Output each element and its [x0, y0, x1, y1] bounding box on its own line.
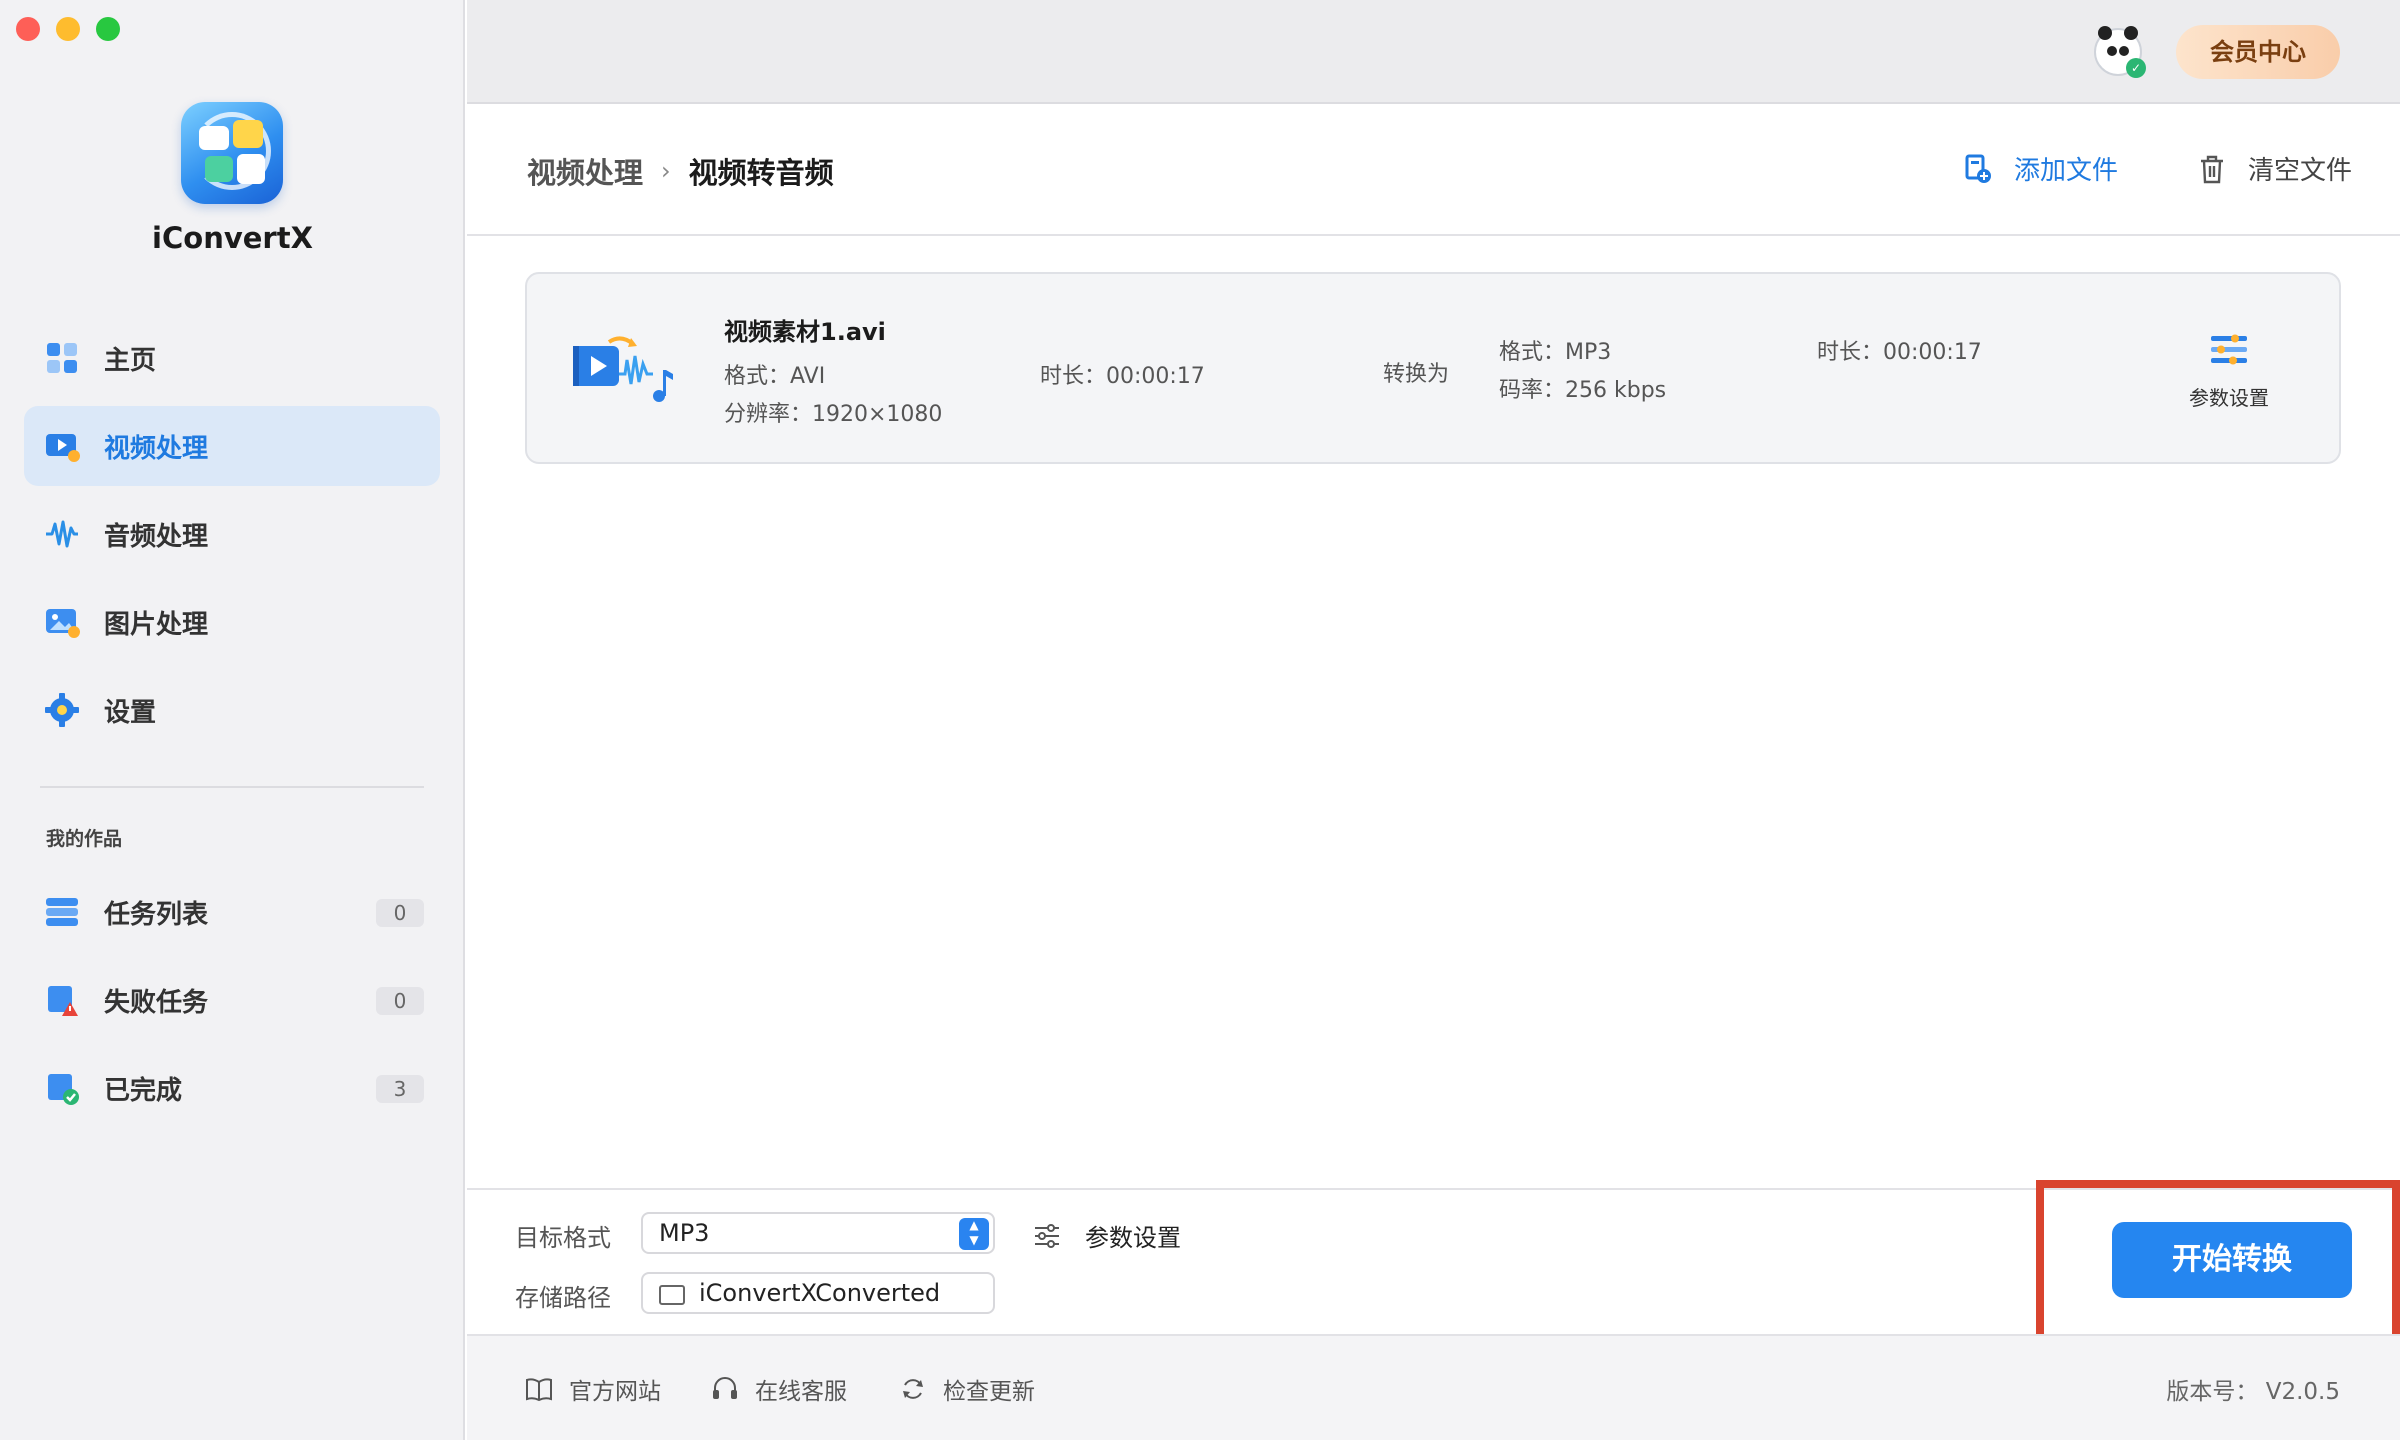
start-convert-button[interactable]: 开始转换: [2112, 1222, 2352, 1298]
storage-path-label: 存储路径: [515, 1284, 611, 1312]
breadcrumb: 视频处理 › 视频转音频: [527, 150, 834, 192]
minimize-window-button[interactable]: [56, 17, 80, 41]
file-param-settings-button[interactable]: 参数设置: [2179, 334, 2279, 411]
trash-icon: [2200, 155, 2223, 183]
sidebar: iConvertX 主页 视频处理 音频处理 图片处理 设置 我的作品 任务列表…: [0, 0, 465, 1440]
sidebar-item-home[interactable]: 主页: [24, 318, 440, 398]
sliders-icon: [2211, 334, 2247, 365]
task-list-icon: [46, 898, 78, 926]
book-icon: [526, 1378, 552, 1402]
add-file-label: 添加文件: [2013, 156, 2118, 186]
sidebar-item-label: 失败任务: [104, 987, 209, 1018]
sidebar-item-completed[interactable]: 已完成 3: [24, 1048, 440, 1128]
online-support-link[interactable]: 在线客服: [711, 1372, 847, 1406]
content-header: 视频处理 › 视频转音频 添加文件 清空文件: [467, 104, 2400, 236]
refresh-icon: [903, 1379, 923, 1399]
image-process-icon: [46, 609, 80, 638]
folder-icon: [659, 1285, 685, 1305]
official-website-link[interactable]: 官方网站: [525, 1372, 661, 1406]
app-name: iConvertX: [152, 221, 313, 255]
target-format: 格式：MP3: [1499, 340, 1612, 365]
sidebar-divider: [40, 786, 424, 788]
file-name: 视频素材1.avi: [724, 318, 886, 346]
adjust-icon: [1035, 1223, 1059, 1248]
check-update-label: 检查更新: [943, 1379, 1035, 1405]
source-resolution: 分辨率：1920×1080: [724, 402, 943, 427]
add-file-button[interactable]: 添加文件: [1964, 150, 2118, 187]
sidebar-item-label: 已完成: [104, 1075, 183, 1106]
sidebar-item-image[interactable]: 图片处理: [24, 582, 440, 662]
works-section-title: 我的作品: [46, 828, 123, 850]
target-format-label: 目标格式: [515, 1224, 611, 1252]
clear-files-label: 清空文件: [2247, 156, 2352, 186]
sidebar-item-label: 图片处理: [104, 609, 209, 640]
home-icon: [47, 343, 77, 373]
file-param-settings-label: 参数设置: [2189, 386, 2269, 410]
add-file-icon: [1965, 154, 1991, 183]
target-format-select[interactable]: MP3 ▲ ▼: [641, 1212, 995, 1254]
close-window-button[interactable]: [16, 17, 40, 41]
zoom-window-button[interactable]: [96, 17, 120, 41]
sidebar-item-settings[interactable]: 设置: [24, 670, 440, 750]
sidebar-item-label: 视频处理: [104, 433, 209, 464]
vip-center-button[interactable]: 会员中心: [2176, 25, 2340, 79]
window-controls: [16, 17, 120, 41]
sidebar-item-label: 任务列表: [104, 899, 209, 930]
footer: 官方网站 在线客服 检查更新 版本号： V2.0.5: [467, 1334, 2400, 1440]
file-card[interactable]: 视频素材1.avi 格式：AVI 时长：00:00:17 分辨率：1920×10…: [525, 272, 2341, 464]
sidebar-item-task-list[interactable]: 任务列表 0: [24, 872, 440, 952]
task-count-badge: 0: [376, 899, 424, 927]
completed-icon: [48, 1074, 79, 1105]
storage-path-field[interactable]: iConvertXConverted: [641, 1272, 995, 1314]
param-settings-label: 参数设置: [1085, 1224, 1181, 1252]
check-update-link[interactable]: 检查更新: [899, 1372, 1035, 1406]
online-support-label: 在线客服: [755, 1379, 847, 1405]
sidebar-item-label: 音频处理: [104, 521, 209, 552]
sidebar-item-failed[interactable]: 失败任务 0: [24, 960, 440, 1040]
top-bar: ✓ 会员中心: [467, 0, 2400, 104]
sidebar-item-label: 设置: [104, 697, 157, 728]
breadcrumb-separator: ›: [661, 157, 671, 185]
source-format: 格式：AVI: [724, 364, 826, 389]
user-avatar[interactable]: ✓: [2094, 26, 2146, 78]
version-label: 版本号： V2.0.5: [2166, 1379, 2340, 1405]
video-to-audio-icon: [573, 336, 673, 402]
sidebar-item-video[interactable]: 视频处理: [24, 406, 440, 486]
gear-icon: [45, 693, 79, 727]
headset-icon: [713, 1377, 737, 1399]
breadcrumb-parent[interactable]: 视频处理: [527, 150, 643, 192]
convert-to-label: 转换为: [1383, 362, 1450, 387]
target-bitrate: 码率：256 kbps: [1499, 378, 1667, 403]
failed-task-icon: [48, 986, 78, 1016]
storage-path-value: iConvertXConverted: [699, 1279, 941, 1307]
sidebar-item-audio[interactable]: 音频处理: [24, 494, 440, 574]
param-settings-button[interactable]: 参数设置: [1033, 1218, 1181, 1253]
completed-count-badge: 3: [376, 1075, 424, 1103]
video-process-icon: [46, 434, 80, 462]
audio-wave-icon: [46, 520, 78, 548]
clear-files-button[interactable]: 清空文件: [2198, 150, 2352, 187]
verified-check-icon: ✓: [2126, 58, 2146, 78]
failed-count-badge: 0: [376, 987, 424, 1015]
official-website-label: 官方网站: [569, 1379, 661, 1405]
sidebar-item-label: 主页: [104, 345, 157, 376]
target-format-value: MP3: [659, 1219, 710, 1247]
breadcrumb-current: 视频转音频: [688, 156, 834, 190]
select-chevron-icon: ▲ ▼: [959, 1218, 989, 1250]
app-logo-icon: [181, 102, 283, 204]
source-duration: 时长：00:00:17: [1040, 364, 1205, 389]
target-duration: 时长：00:00:17: [1817, 340, 1982, 365]
